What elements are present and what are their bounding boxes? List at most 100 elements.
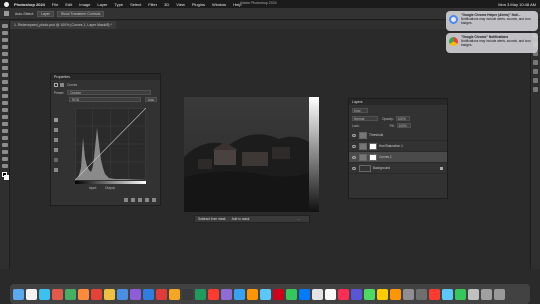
document-canvas[interactable]: [184, 97, 319, 212]
show-transform-checkbox[interactable]: Show Transform Controls: [56, 10, 105, 17]
menu-plugins[interactable]: Plugins: [192, 2, 205, 7]
dock-app-icon[interactable]: [338, 288, 349, 300]
menu-type[interactable]: Type: [114, 2, 123, 7]
dock-app-icon[interactable]: [78, 288, 89, 300]
visibility-icon[interactable]: [145, 198, 149, 202]
dock-app-icon[interactable]: [91, 288, 102, 300]
history-panel-icon[interactable]: [533, 69, 538, 74]
blur-icon[interactable]: [2, 115, 8, 119]
zoom-icon[interactable]: [2, 164, 8, 168]
dock-app-icon[interactable]: [143, 288, 154, 300]
layer-row-hue-saturation[interactable]: Hue/Saturation 1: [349, 141, 447, 152]
dock-app-icon[interactable]: [286, 288, 297, 300]
curves-graph[interactable]: [75, 108, 146, 180]
move-icon[interactable]: [2, 24, 8, 28]
apple-icon[interactable]: [4, 1, 9, 7]
type-icon[interactable]: [2, 136, 8, 140]
lasso-icon[interactable]: [2, 38, 8, 42]
mask-icon[interactable]: [60, 83, 64, 87]
dock-app-icon[interactable]: [442, 288, 453, 300]
dock-app-icon[interactable]: [377, 288, 388, 300]
dock-app-icon[interactable]: [299, 288, 310, 300]
fill-field[interactable]: 100%: [396, 123, 411, 128]
gray-point-eyedropper-icon[interactable]: [54, 138, 58, 142]
visibility-eye-icon[interactable]: [352, 144, 356, 148]
history-brush-icon[interactable]: [2, 94, 8, 98]
reset-icon[interactable]: [138, 198, 142, 202]
dock-app-icon[interactable]: [312, 288, 323, 300]
layer-mask-thumb[interactable]: [369, 142, 377, 150]
dodge-icon[interactable]: [2, 122, 8, 126]
dock-app-icon[interactable]: [351, 288, 362, 300]
dock-app-icon[interactable]: [104, 288, 115, 300]
layer-row-curves[interactable]: Curves 1: [349, 152, 447, 163]
dock-app-icon[interactable]: [390, 288, 401, 300]
dock-app-icon[interactable]: [403, 288, 414, 300]
dock-app-icon[interactable]: [468, 288, 479, 300]
menubar-clock[interactable]: Mon 3 May 10:48 AM: [498, 2, 536, 7]
dock-app-icon[interactable]: [429, 288, 440, 300]
dock-app-icon[interactable]: [65, 288, 76, 300]
brush-icon[interactable]: [2, 80, 8, 84]
dock-app-icon[interactable]: [455, 288, 466, 300]
menu-edit[interactable]: Edit: [65, 2, 72, 7]
dock-app-icon[interactable]: [208, 288, 219, 300]
menu-select[interactable]: Select: [130, 2, 141, 7]
quick-select-icon[interactable]: [2, 45, 8, 49]
notification-chrome-helper[interactable]: "Google Chrome Helper (Alerts)" Noti... …: [446, 11, 538, 31]
dock-app-icon[interactable]: [169, 288, 180, 300]
preset-dropdown[interactable]: Custom: [67, 90, 152, 95]
menu-window[interactable]: Window: [212, 2, 226, 7]
channel-dropdown[interactable]: RGB: [69, 97, 141, 102]
healing-icon[interactable]: [2, 73, 8, 77]
hand-icon[interactable]: [2, 157, 8, 161]
background-color-swatch[interactable]: [4, 175, 9, 180]
dock-app-icon[interactable]: [416, 288, 427, 300]
auto-button[interactable]: Auto: [145, 97, 157, 102]
dock-app-icon[interactable]: [247, 288, 258, 300]
layer-filter-kind[interactable]: Kind: [352, 108, 368, 113]
curve-edit-icon[interactable]: [54, 158, 58, 162]
pencil-icon[interactable]: [54, 168, 58, 172]
menu-file[interactable]: File: [52, 2, 58, 7]
dock-app-icon[interactable]: [481, 288, 492, 300]
add-to-mask-button[interactable]: Add to mask: [232, 217, 250, 221]
visibility-eye-icon[interactable]: [352, 133, 356, 137]
pen-icon[interactable]: [2, 129, 8, 133]
menu-filter[interactable]: Filter: [148, 2, 157, 7]
dock-app-icon[interactable]: [234, 288, 245, 300]
layer-row-background[interactable]: Background: [349, 163, 447, 174]
visibility-eye-icon[interactable]: [352, 166, 356, 170]
frame-icon[interactable]: [2, 59, 8, 63]
menu-layer[interactable]: Layer: [97, 2, 107, 7]
opacity-field[interactable]: 100%: [395, 116, 410, 121]
visibility-eye-icon[interactable]: [352, 155, 356, 159]
move-tool-icon[interactable]: [4, 11, 9, 16]
eyedropper-icon[interactable]: [2, 66, 8, 70]
more-options-icon[interactable]: …: [297, 217, 300, 221]
lock-icon[interactable]: [440, 166, 443, 170]
menu-app[interactable]: Photoshop 2024: [14, 2, 45, 7]
eraser-icon[interactable]: [2, 101, 8, 105]
dock-app-icon[interactable]: [364, 288, 375, 300]
marquee-icon[interactable]: [2, 31, 8, 35]
document-tab[interactable]: 1. Redevepsed_photo.psd @ 100% (Curves 1…: [10, 21, 116, 29]
trash-icon[interactable]: [152, 198, 156, 202]
dock-app-icon[interactable]: [13, 288, 24, 300]
clip-layer-icon[interactable]: [124, 198, 128, 202]
dock-app-icon[interactable]: [117, 288, 128, 300]
layer-row-threshold[interactable]: Threshold: [349, 130, 447, 141]
paths-panel-icon[interactable]: [533, 87, 538, 92]
channels-panel-icon[interactable]: [533, 78, 538, 83]
dock-app-icon[interactable]: [273, 288, 284, 300]
notification-chrome[interactable]: "Google Chrome" Notifications Notificati…: [446, 33, 538, 53]
dock-app-icon[interactable]: [221, 288, 232, 300]
path-select-icon[interactable]: [2, 143, 8, 147]
dock-app-icon[interactable]: [130, 288, 141, 300]
dock-app-icon[interactable]: [182, 288, 193, 300]
dock-app-icon[interactable]: [156, 288, 167, 300]
black-point-eyedropper-icon[interactable]: [54, 128, 58, 132]
dock-app-icon[interactable]: [325, 288, 336, 300]
layer-mask-thumb[interactable]: [369, 153, 377, 161]
dock-app-icon[interactable]: [26, 288, 37, 300]
